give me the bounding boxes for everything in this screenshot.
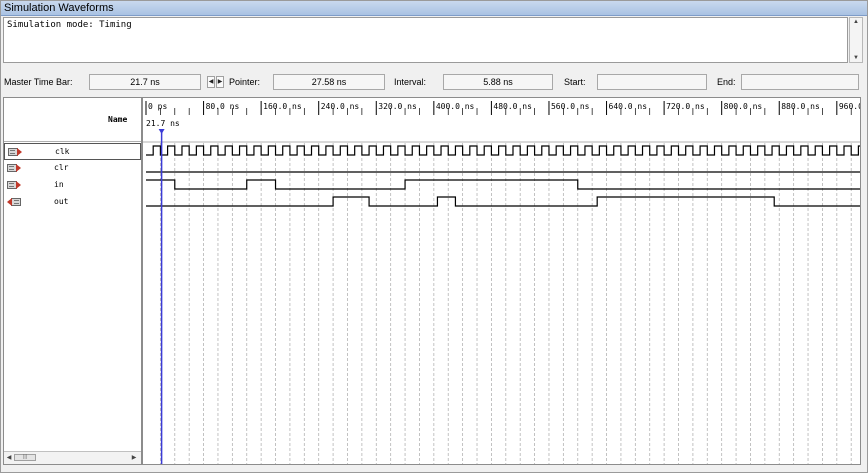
time-tick-label: 720.0 ns [666,102,705,111]
simulation-mode-text: Simulation mode: Timing [7,20,132,30]
time-tick-label: 400.0 ns [436,102,475,111]
waveform-out [146,196,860,207]
simulation-message-box: Simulation mode: Timing [3,17,848,63]
interval-value: 5.88 ns [483,77,513,87]
interval-label: Interval: [394,77,427,87]
waveform-panel: Name clk clr in out ◀ ||| ▶ 0 ps 80.0 ns… [3,97,861,465]
window-title: Simulation Waveforms [1,1,867,16]
master-time-bar-field[interactable]: 21.7 ns [89,74,201,90]
interval-field: 5.88 ns [443,74,553,90]
master-time-value: 21.7 ns [130,77,160,87]
signal-row-clr[interactable]: clr [4,160,141,177]
time-tick-label: 240.0 ns [321,102,360,111]
end-label: End: [717,77,736,87]
waveform-canvas[interactable]: 0 ps 80.0 ns 160.0 ns 240.0 ns 320.0 ns 400.0… [143,98,860,464]
cursor-marker-icon [158,129,165,134]
pointer-field: 27.58 ns [273,74,385,90]
pointer-label: Pointer: [229,77,261,87]
waveform-clk [146,145,860,156]
output-pin-icon [7,198,21,206]
time-tick-label: 560.0 ns [551,102,590,111]
master-time-next-icon[interactable]: ▶ [216,76,224,88]
message-scrollbar[interactable]: ▲ ▼ [849,17,863,63]
scroll-left-icon[interactable]: ◀ [5,454,13,461]
start-label: Start: [564,77,586,87]
waveform-display[interactable]: 0 ps 80.0 ns 160.0 ns 240.0 ns 320.0 ns 400.0… [143,98,860,464]
signal-name: clk [55,147,70,156]
time-tick-label: 320.0 ns [378,102,417,111]
master-time-bar-label: Master Time Bar: [4,77,73,87]
signal-name: out [54,197,69,206]
name-header-label: Name [108,115,128,124]
time-tick-label: 880.0 ns [781,102,820,111]
end-field[interactable] [741,74,859,90]
scroll-down-icon[interactable]: ▼ [852,55,860,61]
input-pin-icon [7,181,21,189]
time-tick-label: 480.0 ns [493,102,532,111]
cursor-time-label: 21.7 ns [146,119,180,128]
time-tick-label: 160.0 ns [263,102,302,111]
input-pin-icon [8,148,22,156]
time-tick-label: 960.0 ns [839,102,860,111]
time-tick-label: 640.0 ns [609,102,648,111]
name-column-scrollbar[interactable]: ◀ ||| ▶ [4,451,141,464]
scroll-right-icon[interactable]: ▶ [130,454,138,461]
signal-name: in [54,180,64,189]
time-bar: Master Time Bar: 21.7 ns ◀ ▶ Pointer: 27… [1,73,867,93]
name-column-header[interactable]: Name [4,98,141,142]
input-pin-icon [7,164,21,172]
time-tick-label: 800.0 ns [724,102,763,111]
start-field[interactable] [597,74,707,90]
signal-row-clk[interactable]: clk [4,143,141,160]
pointer-value: 27.58 ns [311,77,347,87]
time-tick-label: 0 ps [148,102,167,111]
time-tick-label: 80.0 ns [206,102,240,111]
scroll-up-icon[interactable]: ▲ [852,19,860,25]
scrollbar-thumb[interactable]: ||| [14,454,36,461]
signal-row-out[interactable]: out [4,194,141,211]
waveform-in [146,179,860,190]
signal-row-in[interactable]: in [4,177,141,194]
signal-name: clr [54,163,69,172]
simulation-waveforms-window: Simulation Waveforms Simulation mode: Ti… [0,0,868,473]
master-time-prev-icon[interactable]: ◀ [207,76,215,88]
